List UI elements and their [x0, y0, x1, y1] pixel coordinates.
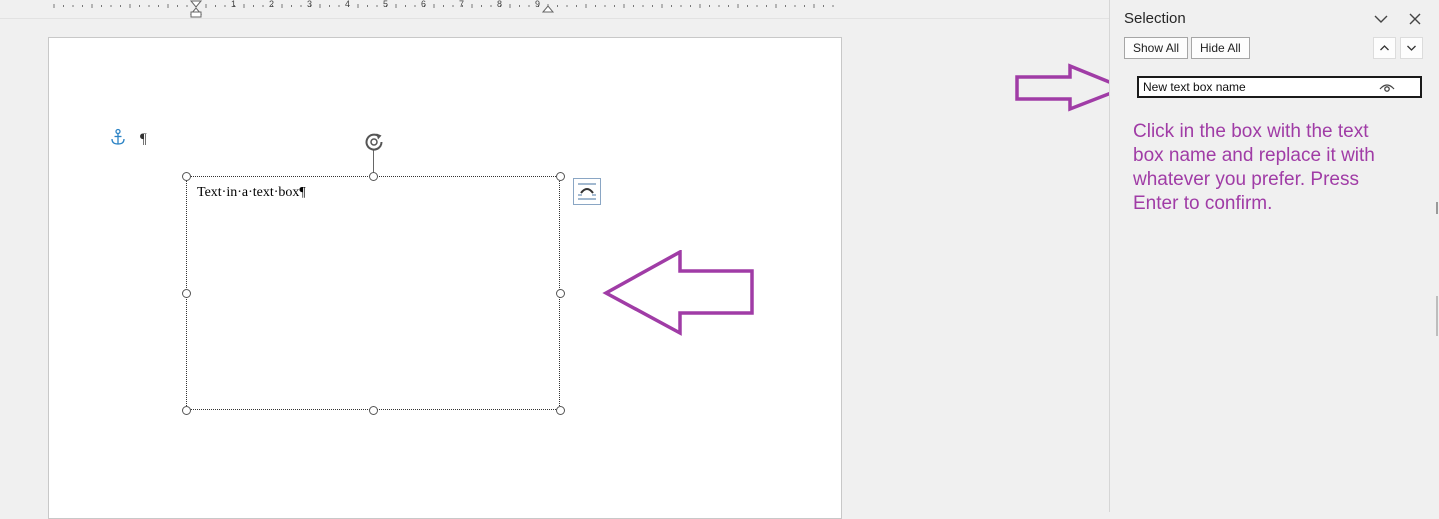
ruler-ticks: [53, 0, 834, 18]
document-area: 1 2 3 4 5 6 7 8 9 ¶ Text·in·a·text·box¶: [0, 0, 1109, 519]
bring-forward-button[interactable]: [1373, 37, 1396, 59]
resize-handle-left[interactable]: [182, 289, 191, 298]
left-indent-marker[interactable]: [190, 11, 202, 18]
ruler-number: 7: [459, 0, 465, 9]
ruler-number: 9: [535, 0, 541, 9]
horizontal-ruler[interactable]: 1 2 3 4 5 6 7 8 9: [0, 0, 1109, 19]
resize-handle-top[interactable]: [369, 172, 378, 181]
chevron-down-icon[interactable]: [1372, 10, 1390, 28]
resize-handle-bottom-right[interactable]: [556, 406, 565, 415]
resize-handle-bottom-left[interactable]: [182, 406, 191, 415]
resize-handle-top-right[interactable]: [556, 172, 565, 181]
ruler-number: 6: [421, 0, 427, 9]
arrow-left-annotation-icon: [602, 250, 754, 336]
resize-handle-right[interactable]: [556, 289, 565, 298]
send-backward-button[interactable]: [1400, 37, 1423, 59]
selection-pane: Selection Show All Hide All Click in the…: [1109, 0, 1439, 512]
chevron-up-icon: [1380, 45, 1389, 51]
show-all-button[interactable]: Show All: [1124, 37, 1189, 59]
hide-all-button[interactable]: Hide All: [1191, 37, 1250, 59]
instruction-annotation: Click in the box with the text box name …: [1133, 121, 1375, 214]
pane-scrollbar[interactable]: [1436, 296, 1438, 336]
text-box[interactable]: Text·in·a·text·box¶: [186, 176, 560, 410]
eye-icon[interactable]: [1378, 80, 1396, 94]
resize-handle-bottom[interactable]: [369, 406, 378, 415]
right-indent-marker[interactable]: [541, 5, 555, 13]
paragraph-mark: ¶: [140, 131, 147, 147]
ruler-number: 3: [307, 0, 313, 9]
pane-resize-grip[interactable]: [1436, 202, 1438, 214]
anchor-icon[interactable]: [110, 128, 126, 148]
rotate-handle-icon[interactable]: [362, 131, 386, 153]
resize-handle-top-left[interactable]: [182, 172, 191, 181]
chevron-down-icon: [1407, 45, 1416, 51]
ruler-number: 8: [497, 0, 503, 9]
ruler-number: 5: [383, 0, 389, 9]
ruler-number: 4: [345, 0, 351, 9]
layout-options-icon[interactable]: [573, 178, 601, 205]
text-box-content[interactable]: Text·in·a·text·box¶: [197, 185, 306, 201]
ruler-number: 2: [269, 0, 275, 9]
ruler-number: 1: [231, 0, 237, 9]
pane-title: Selection: [1124, 10, 1186, 27]
close-icon[interactable]: [1406, 10, 1424, 28]
